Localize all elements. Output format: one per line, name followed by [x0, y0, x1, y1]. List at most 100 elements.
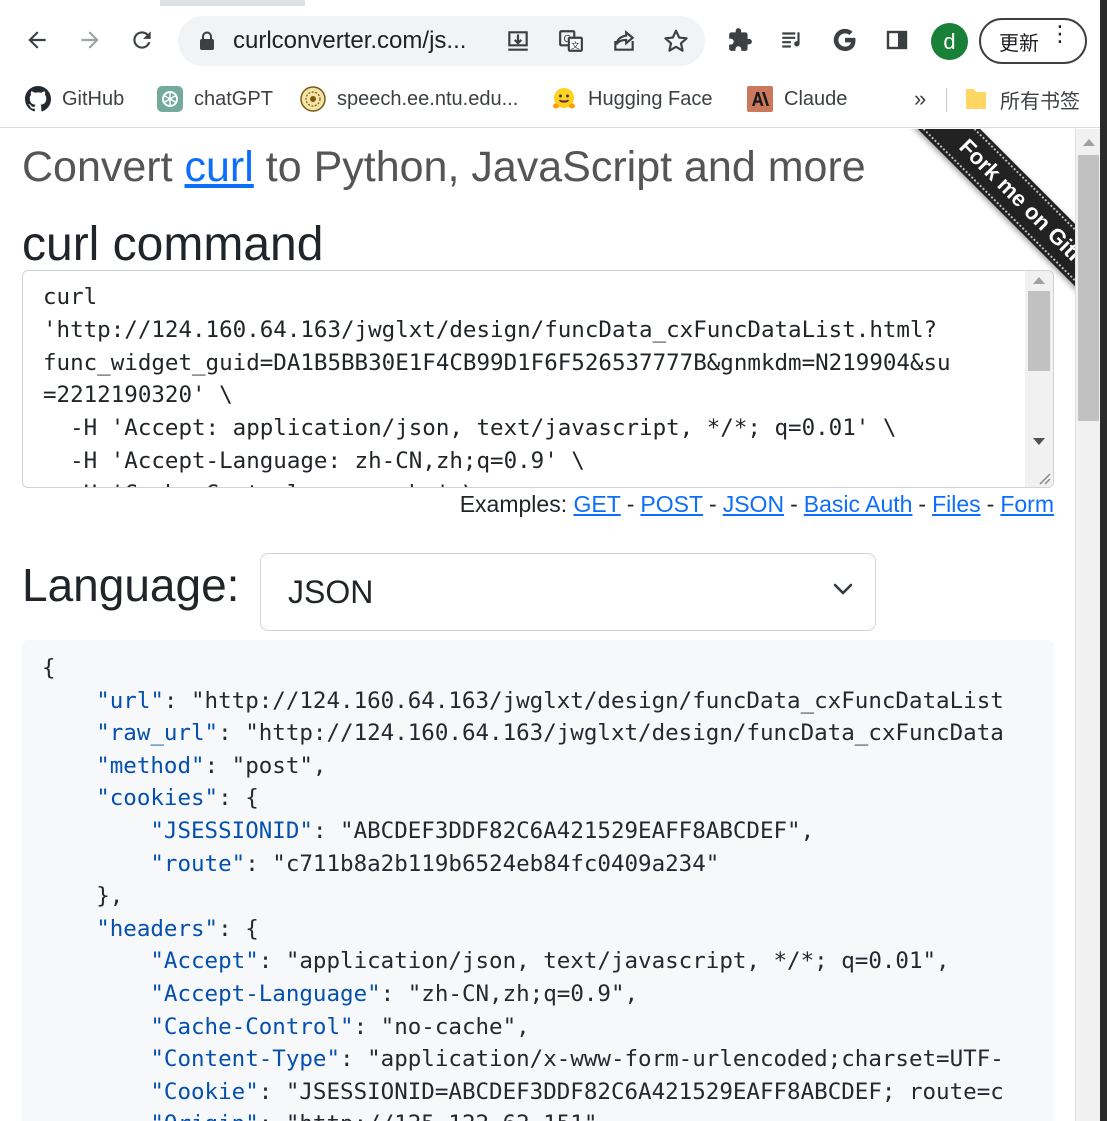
json-value: : "no-cache",	[353, 1013, 530, 1040]
download-icon	[508, 31, 528, 51]
example-get-link[interactable]: GET	[573, 491, 620, 517]
json-key: "Accept-Language"	[150, 980, 381, 1007]
output-line: "cookies": {	[42, 782, 1004, 815]
output-indent	[42, 753, 96, 779]
forward-button[interactable]	[72, 22, 108, 58]
scroll-up-arrow-icon[interactable]	[1032, 275, 1046, 285]
json-key: "Content-Type"	[150, 1046, 341, 1073]
reload-icon	[133, 31, 151, 49]
curl-link[interactable]: curl	[185, 143, 254, 191]
tab-strip	[0, 0, 1107, 6]
back-button[interactable]	[19, 22, 55, 58]
all-bookmarks-label: 所有书签	[1000, 90, 1080, 113]
hugging-face-icon	[550, 85, 578, 113]
title-prefix: Convert	[22, 143, 185, 191]
examples-row: Examples: GET - POST - JSON - Basic Auth - Files…	[460, 491, 1054, 518]
bookmark-speech-ntu[interactable]: speech.ee.ntu.edu...	[299, 84, 518, 114]
arrow-left-icon	[28, 31, 46, 49]
json-key: "url"	[96, 687, 164, 714]
json-key: "Origin"	[150, 1111, 258, 1121]
page-scroll-thumb[interactable]	[1078, 155, 1099, 421]
example-post-link[interactable]: POST	[640, 491, 703, 517]
output-indent	[42, 883, 96, 909]
textarea-scrollbar[interactable]	[1025, 271, 1053, 487]
bookmark-claude[interactable]: Claude	[746, 84, 847, 114]
json-value: : "http://124.160.64.163/jwglxt/design/f…	[163, 687, 1004, 714]
json-key: "Accept"	[150, 948, 259, 975]
side-panel-button[interactable]	[879, 22, 915, 58]
output-indent	[42, 1014, 150, 1040]
output-line: "Accept-Language": "zh-CN,zh;q=0.9",	[42, 978, 1004, 1011]
bookmarks-separator	[946, 88, 947, 112]
language-select[interactable]: JSON	[260, 553, 876, 631]
json-value: : {	[218, 785, 259, 812]
output-indent	[42, 916, 96, 942]
page-content: Convert curl to Python, JavaScript and m…	[0, 129, 1075, 1121]
json-value: : "application/x-www-form-urlencoded;cha…	[340, 1046, 1004, 1073]
tab-active[interactable]	[305, 0, 1107, 6]
page-scrollbar[interactable]	[1075, 129, 1100, 1121]
output-indent	[42, 981, 150, 1007]
example-files-link[interactable]: Files	[932, 491, 981, 517]
star-icon	[664, 29, 688, 52]
json-key: "method"	[96, 752, 205, 779]
output-code[interactable]: { "url": "http://124.160.64.163/jwglxt/d…	[42, 652, 1004, 1121]
reload-button[interactable]	[124, 22, 160, 58]
json-key: "JSESSIONID"	[150, 817, 313, 844]
all-bookmarks-folder[interactable]: 所有书签	[962, 84, 1080, 114]
browser-chrome: curlconverter.com/js... G文 d 更新 ⋮ GitHub	[0, 0, 1107, 128]
chevron-down-icon[interactable]	[833, 582, 853, 596]
output-line: "raw_url": "http://124.160.64.163/jwglxt…	[42, 717, 1004, 750]
profile-avatar[interactable]: d	[931, 23, 968, 60]
google-g-icon	[833, 28, 856, 52]
output-line: "Accept": "application/json, text/javasc…	[42, 945, 1004, 978]
svg-text:文: 文	[571, 40, 580, 52]
output-line: },	[42, 880, 1004, 913]
example-separator: -	[918, 491, 927, 517]
install-app-button[interactable]	[504, 27, 532, 55]
bookmark-github[interactable]: GitHub	[24, 84, 124, 114]
media-control-button[interactable]	[774, 22, 810, 58]
output-line: "url": "http://124.160.64.163/jwglxt/des…	[42, 685, 1004, 718]
more-menu-icon[interactable]: ⋮	[1049, 23, 1071, 45]
grammarly-button[interactable]	[827, 22, 863, 58]
translate-button[interactable]: G文	[557, 27, 585, 55]
share-icon	[614, 30, 635, 51]
json-value: : "http://125.122.62.151",	[259, 1111, 611, 1121]
scroll-down-arrow-icon[interactable]	[1032, 437, 1046, 447]
curl-command-text[interactable]: curl 'http://124.160.64.163/jwglxt/desig…	[43, 281, 1033, 487]
translate-icon: G文	[559, 30, 583, 52]
extensions-button[interactable]	[722, 22, 758, 58]
folder-icon	[962, 85, 990, 113]
bookmarks-overflow-button[interactable]: »	[914, 84, 926, 114]
url-text[interactable]: curlconverter.com/js...	[233, 27, 466, 55]
bookmark-chatgpt[interactable]: chatGPT	[156, 84, 273, 114]
example-separator: -	[790, 491, 798, 517]
curl-command-textarea[interactable]: curl 'http://124.160.64.163/jwglxt/desig…	[22, 270, 1054, 488]
example-separator: -	[709, 491, 717, 517]
output-line: "Cache-Control": "no-cache",	[42, 1011, 1004, 1044]
update-button[interactable]: 更新 ⋮	[979, 18, 1087, 64]
page-scroll-up-arrow-icon[interactable]	[1082, 137, 1096, 147]
ribbon-text: Fork me on GitHub	[954, 133, 1075, 292]
example-basic-auth-link[interactable]: Basic Auth	[804, 491, 913, 517]
json-key: "Cache-Control"	[150, 1013, 354, 1040]
example-json-link[interactable]: JSON	[723, 491, 784, 517]
tab-left[interactable]	[0, 0, 160, 6]
bookmark-hugging-face[interactable]: Hugging Face	[550, 84, 713, 114]
output-indent	[42, 851, 150, 877]
lock-icon	[200, 31, 214, 50]
bookmark-label: Hugging Face	[588, 87, 713, 110]
json-key: "route"	[150, 850, 246, 877]
share-button[interactable]	[610, 27, 638, 55]
output-line: "Content-Type": "application/x-www-form-…	[42, 1043, 1004, 1076]
example-form-link[interactable]: Form	[1000, 491, 1054, 517]
bookmark-star-button[interactable]	[662, 27, 690, 55]
language-selected-value[interactable]: JSON	[288, 574, 373, 611]
output-line: "method": "post",	[42, 750, 1004, 783]
resize-grip-icon[interactable]	[1035, 469, 1051, 485]
textarea-scroll-thumb[interactable]	[1028, 291, 1050, 371]
bookmark-label: chatGPT	[194, 87, 273, 110]
converted-output[interactable]: { "url": "http://124.160.64.163/jwglxt/d…	[22, 640, 1054, 1121]
output-indent	[42, 948, 150, 974]
